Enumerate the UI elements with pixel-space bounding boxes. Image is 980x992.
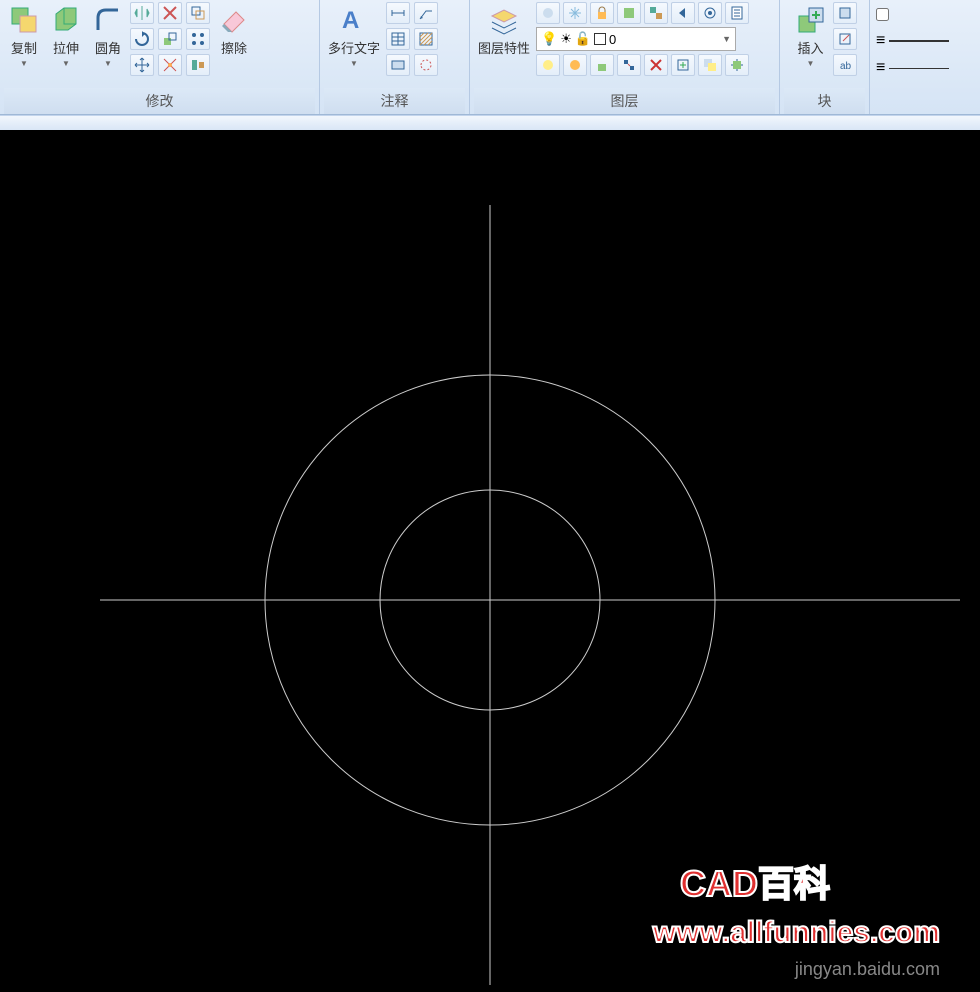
block-create-button[interactable] bbox=[833, 2, 857, 24]
layer-copy-button[interactable] bbox=[698, 54, 722, 76]
stretch-label: 拉伸 bbox=[53, 38, 79, 57]
layer-selector[interactable]: 💡 ☀ 🔓 0 ▼ bbox=[536, 27, 736, 51]
bylayer-checkbox-row[interactable] bbox=[876, 2, 949, 26]
watermark-url: www.allfunnies.com bbox=[653, 916, 940, 950]
sun-icon: ☀ bbox=[560, 31, 572, 47]
erase-icon bbox=[218, 4, 250, 36]
mtext-label: 多行文字 bbox=[328, 38, 380, 57]
layer-iso-button[interactable] bbox=[617, 2, 641, 24]
layer-state-button[interactable] bbox=[725, 2, 749, 24]
rotate-button[interactable] bbox=[130, 28, 154, 50]
panel-modify: 复制 ▼ 拉伸 ▼ 圆角 ▼ bbox=[0, 0, 320, 114]
line-sample-thin bbox=[889, 68, 949, 69]
explode-button[interactable] bbox=[158, 54, 182, 76]
layer-props-label: 图层特性 bbox=[478, 38, 530, 57]
panel-layers-title: 图层 bbox=[474, 88, 775, 114]
panel-block-title: 块 bbox=[784, 88, 865, 114]
hatch-button[interactable] bbox=[414, 28, 438, 50]
drawing-svg bbox=[0, 130, 980, 992]
dropdown-icon: ▼ bbox=[62, 59, 70, 68]
panel-annotate: A 多行文字 ▼ 注释 bbox=[320, 0, 470, 114]
lock-icon: 🔓 bbox=[575, 31, 591, 47]
layer-merge-button[interactable] bbox=[617, 54, 641, 76]
dropdown-icon: ▼ bbox=[20, 59, 28, 68]
insert-icon bbox=[795, 4, 827, 36]
watermark-title: CAD百科 bbox=[680, 855, 830, 907]
layer-tools-row2 bbox=[536, 54, 749, 76]
layer-thaw-button[interactable] bbox=[563, 54, 587, 76]
align-button[interactable] bbox=[186, 54, 210, 76]
layer-walk-button[interactable] bbox=[698, 2, 722, 24]
panel-modify-title: 修改 bbox=[4, 88, 315, 114]
lineweight-row[interactable]: ≡ bbox=[876, 56, 949, 80]
dropdown-icon: ▼ bbox=[350, 59, 358, 68]
watermark-source: jingyan.baidu.com bbox=[795, 959, 940, 980]
erase-button[interactable]: 擦除 bbox=[214, 2, 254, 88]
current-layer-name: 0 bbox=[609, 32, 616, 47]
table-button[interactable] bbox=[386, 28, 410, 50]
layer-lock-button[interactable] bbox=[590, 2, 614, 24]
list-icon: ≡ bbox=[876, 32, 885, 50]
dimension-button[interactable] bbox=[386, 2, 410, 24]
array-button[interactable] bbox=[186, 28, 210, 50]
panel-annotate-title: 注释 bbox=[324, 88, 465, 114]
layer-new-button[interactable] bbox=[671, 54, 695, 76]
layer-freeze-button[interactable] bbox=[563, 2, 587, 24]
dropdown-icon: ▼ bbox=[722, 34, 731, 44]
bulb-icon: 💡 bbox=[541, 31, 557, 47]
color-swatch bbox=[594, 33, 606, 45]
layer-match-button[interactable] bbox=[644, 2, 668, 24]
mirror-button[interactable] bbox=[130, 2, 154, 24]
block-small-buttons: ab bbox=[833, 2, 859, 88]
svg-text:ab: ab bbox=[840, 61, 852, 72]
trim-button[interactable] bbox=[158, 2, 182, 24]
line-sample bbox=[889, 40, 949, 42]
insert-label: 插入 bbox=[797, 38, 823, 57]
annotate-small-buttons bbox=[386, 2, 440, 88]
layer-off-button[interactable] bbox=[536, 2, 560, 24]
fillet-icon bbox=[92, 4, 124, 36]
move-button[interactable] bbox=[130, 54, 154, 76]
insert-button[interactable]: 插入 ▼ bbox=[791, 2, 831, 88]
drawing-canvas[interactable]: CAD百科 www.allfunnies.com jingyan.baidu.c… bbox=[0, 130, 980, 992]
layer-change-button[interactable] bbox=[725, 54, 749, 76]
layer-unlock-button[interactable] bbox=[590, 54, 614, 76]
properties-column: ≡ ≡ bbox=[870, 0, 955, 114]
layers-icon bbox=[488, 4, 520, 36]
ribbon-strip bbox=[0, 115, 980, 130]
linetype-row[interactable]: ≡ bbox=[876, 29, 949, 53]
mtext-button[interactable]: A 多行文字 ▼ bbox=[324, 2, 384, 88]
layer-delete-button[interactable] bbox=[644, 54, 668, 76]
bylayer-check[interactable] bbox=[876, 8, 889, 21]
copy-label: 复制 bbox=[11, 38, 37, 57]
stretch-button[interactable]: 拉伸 ▼ bbox=[46, 2, 86, 88]
copy-icon bbox=[8, 4, 40, 36]
panel-block: 插入 ▼ ab 块 bbox=[780, 0, 870, 114]
fillet-button[interactable]: 圆角 ▼ bbox=[88, 2, 128, 88]
layer-prev-button[interactable] bbox=[671, 2, 695, 24]
layer-tools-row bbox=[536, 2, 749, 24]
revision-button[interactable] bbox=[414, 54, 438, 76]
text-icon: A bbox=[338, 4, 370, 36]
block-edit-button[interactable] bbox=[833, 28, 857, 50]
panel-layers: 图层特性 💡 ☀ 🔓 0 bbox=[470, 0, 780, 114]
dropdown-icon: ▼ bbox=[807, 59, 815, 68]
offset-button[interactable] bbox=[186, 2, 210, 24]
modify-small-buttons bbox=[130, 2, 212, 88]
scale-button[interactable] bbox=[158, 28, 182, 50]
layer-on-button[interactable] bbox=[536, 54, 560, 76]
erase-label: 擦除 bbox=[221, 38, 247, 57]
dropdown-icon: ▼ bbox=[104, 59, 112, 68]
block-attr-button[interactable]: ab bbox=[833, 54, 857, 76]
copy-button[interactable]: 复制 ▼ bbox=[4, 2, 44, 88]
list-icon: ≡ bbox=[876, 59, 885, 77]
stretch-icon bbox=[50, 4, 82, 36]
layer-properties-button[interactable]: 图层特性 bbox=[474, 2, 534, 88]
svg-text:A: A bbox=[342, 7, 359, 34]
leader-button[interactable] bbox=[414, 2, 438, 24]
field-button[interactable] bbox=[386, 54, 410, 76]
ribbon: 复制 ▼ 拉伸 ▼ 圆角 ▼ bbox=[0, 0, 980, 115]
fillet-label: 圆角 bbox=[95, 38, 121, 57]
